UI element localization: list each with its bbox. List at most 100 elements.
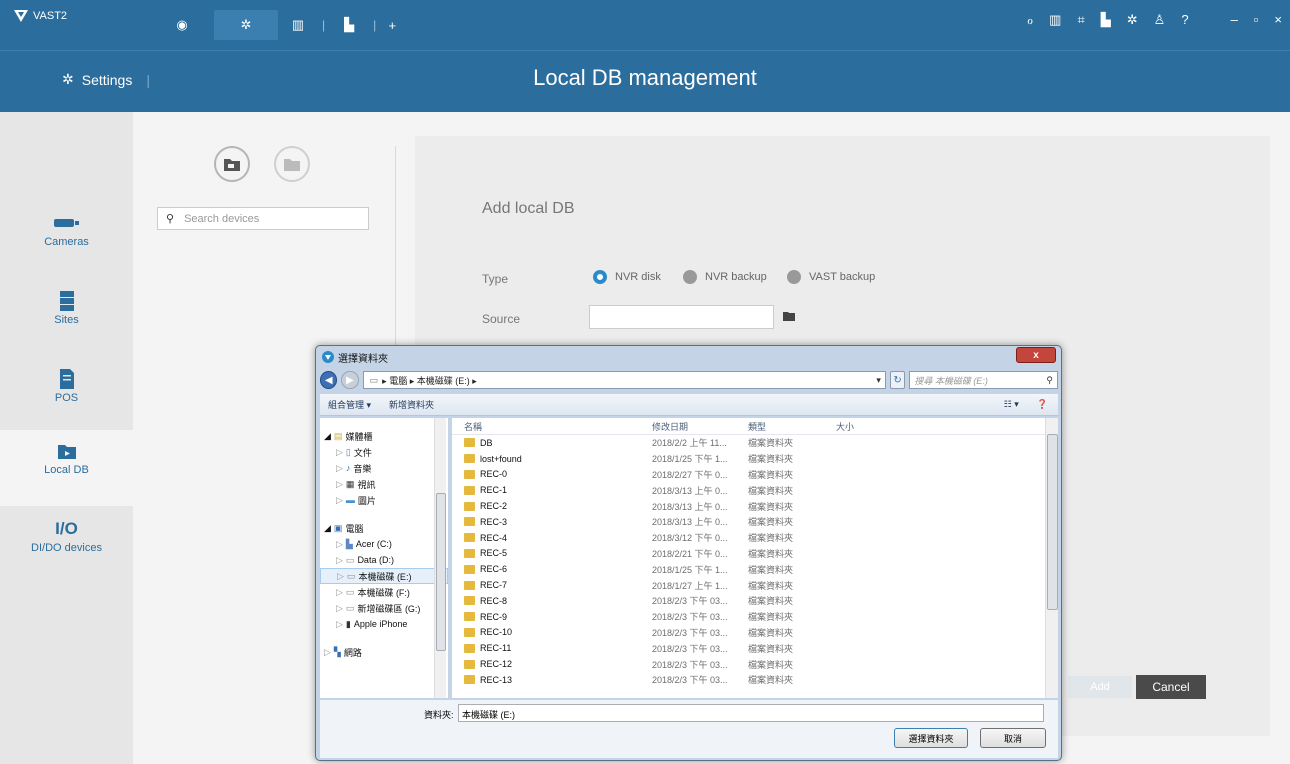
file-row[interactable]: REC-9 2018/2/3 下午 03... 檔案資料夾 <box>452 609 1058 625</box>
tree-item-libraries[interactable]: ◢ ▤ 媒體櫃 <box>320 428 448 444</box>
file-modified: 2018/3/13 上午 0... <box>652 501 728 512</box>
path-input[interactable]: ▭ ▸ 電腦 ▸ 本機磁碟 (E:) ▸ ▾ <box>362 371 886 389</box>
remove-db-button[interactable] <box>274 146 310 182</box>
folder-icon <box>464 627 475 637</box>
tree-item-drive-c[interactable]: ▷ ▙ Acer (C:) <box>320 536 448 552</box>
folder-icon <box>464 438 475 448</box>
tree-item-iphone[interactable]: ▷ ▮ Apple iPhone <box>320 616 448 632</box>
source-input[interactable] <box>589 305 774 329</box>
back-button[interactable]: ◀ <box>320 371 338 389</box>
tree-item-documents[interactable]: ▷ ▯ 文件 <box>320 444 448 460</box>
list-scrollbar[interactable] <box>1045 418 1058 698</box>
close-button[interactable]: × <box>1274 12 1282 28</box>
tab-map[interactable]: ▥ <box>278 10 318 40</box>
folder-icon <box>464 659 475 669</box>
file-row[interactable]: REC-5 2018/2/21 下午 0... 檔案資料夾 <box>452 546 1058 562</box>
file-row[interactable]: REC-1 2018/3/13 上午 0... 檔案資料夾 <box>452 482 1058 498</box>
tab-liveview[interactable]: ◉ <box>150 10 214 40</box>
file-type: 檔案資料夾 <box>748 643 794 654</box>
user-icon[interactable]: ♙ <box>1154 12 1166 28</box>
maximize-button[interactable]: ▫ <box>1254 12 1259 28</box>
sidebar-item-local-db[interactable]: Local DB <box>0 430 133 506</box>
search-devices-input[interactable]: ⚲ Search devices <box>157 207 369 230</box>
help-icon[interactable]: ❓ <box>1037 399 1048 410</box>
tree-item-drive-e[interactable]: ▷ ▭ 本機磁碟 (E:) <box>320 568 448 584</box>
file-name-cell: DB <box>452 438 652 448</box>
file-row[interactable]: lost+found 2018/1/25 下午 1... 檔案資料夾 <box>452 451 1058 467</box>
tab-settings[interactable]: ✲ <box>214 10 278 40</box>
tab-pos[interactable]: ▙ <box>329 10 369 40</box>
sidebar-item-pos[interactable]: POS <box>0 358 133 434</box>
column-modified[interactable]: 修改日期 <box>652 420 748 433</box>
cancel-button[interactable]: Cancel <box>1136 675 1206 699</box>
tree-item-videos[interactable]: ▷ ▦ 視訊 <box>320 476 448 492</box>
browse-folder-icon[interactable] <box>783 311 795 321</box>
file-row[interactable]: REC-3 2018/3/13 上午 0... 檔案資料夾 <box>452 514 1058 530</box>
tree-scroll-thumb[interactable] <box>436 493 446 651</box>
sidebar-item-label: DI/DO devices <box>31 542 102 554</box>
sidebar-item-cameras[interactable]: Cameras <box>0 202 133 278</box>
tree-scrollbar[interactable] <box>434 418 446 698</box>
collapse-icon: ▷ <box>336 538 343 549</box>
file-row[interactable]: DB 2018/2/2 上午 11... 檔案資料夾 <box>452 435 1058 451</box>
tree-item-network[interactable]: ▷ ▚ 網路 <box>320 644 448 660</box>
chart-icon[interactable]: ⌗ <box>1077 12 1084 28</box>
file-row[interactable]: REC-10 2018/2/3 下午 03... 檔案資料夾 <box>452 625 1058 641</box>
tree-item-computer[interactable]: ◢ ▣ 電腦 <box>320 520 448 536</box>
file-row[interactable]: REC-13 2018/2/3 下午 03... 檔案資料夾 <box>452 672 1058 688</box>
column-name[interactable]: 名稱 <box>452 420 652 433</box>
receipt-icon <box>59 369 74 389</box>
add-tab-button[interactable]: + <box>380 10 404 40</box>
map-icon: ▥ <box>291 17 305 32</box>
tree-item-pictures[interactable]: ▷ ▬ 圖片 <box>320 492 448 508</box>
file-row[interactable]: REC-4 2018/3/12 下午 0... 檔案資料夾 <box>452 530 1058 546</box>
dialog-cancel-button[interactable]: 取消 <box>980 728 1046 748</box>
connect-icon[interactable]: ℴ <box>1027 12 1033 28</box>
tree-item-drive-f[interactable]: ▷ ▭ 本機磁碟 (F:) <box>320 584 448 600</box>
file-row[interactable]: REC-2 2018/3/13 上午 0... 檔案資料夾 <box>452 498 1058 514</box>
collapse-icon: ▷ <box>336 462 343 473</box>
file-row[interactable]: REC-7 2018/1/27 上午 1... 檔案資料夾 <box>452 577 1058 593</box>
page-header: ✲ Settings | Local DB management <box>0 50 1290 112</box>
column-type[interactable]: 類型 <box>748 420 836 433</box>
new-folder-button[interactable]: 新增資料夾 <box>389 398 434 411</box>
type-label: Type <box>482 272 509 286</box>
settings-icon[interactable]: ✲ <box>1127 12 1138 28</box>
sidebar-item-sites[interactable]: Sites <box>0 280 133 356</box>
radio-nvr-disk[interactable]: NVR disk <box>593 270 661 284</box>
radio-nvr-backup[interactable]: NVR backup <box>683 270 767 284</box>
folder-icon <box>464 533 475 543</box>
minimize-button[interactable]: – <box>1231 12 1238 28</box>
list-scroll-thumb[interactable] <box>1047 434 1058 610</box>
source-label: Source <box>482 312 521 326</box>
help-button[interactable]: ? <box>1181 12 1188 28</box>
file-row[interactable]: REC-11 2018/2/3 下午 03... 檔案資料夾 <box>452 640 1058 656</box>
file-type: 檔案資料夾 <box>748 580 794 591</box>
column-size[interactable]: 大小 <box>836 420 896 433</box>
pos-icon[interactable]: ▙ <box>1101 12 1111 28</box>
forward-button[interactable]: ▶ <box>341 371 359 389</box>
folder-input[interactable]: 本機磁碟 (E:) <box>458 704 1044 722</box>
organize-menu[interactable]: 組合管理 ▾ <box>328 398 371 411</box>
local-db-folder-icon <box>57 445 76 459</box>
sidebar-item-dido[interactable]: I/O DI/DO devices <box>0 508 133 584</box>
dialog-titlebar: 選擇資料夾 <box>316 346 1061 368</box>
file-row[interactable]: REC-6 2018/1/25 下午 1... 檔案資料夾 <box>452 561 1058 577</box>
add-button[interactable]: Add <box>1068 676 1132 698</box>
select-folder-button[interactable]: 選擇資料夾 <box>894 728 968 748</box>
tree-item-drive-g[interactable]: ▷ ▭ 新增磁碟區 (G:) <box>320 600 448 616</box>
file-row[interactable]: REC-0 2018/2/27 下午 0... 檔案資料夾 <box>452 467 1058 483</box>
file-row[interactable]: REC-8 2018/2/3 下午 03... 檔案資料夾 <box>452 593 1058 609</box>
tree-label: 新增磁碟區 (G:) <box>357 603 421 614</box>
add-db-button[interactable] <box>214 146 250 182</box>
view-options-icon[interactable]: ☷ ▾ <box>1004 399 1019 410</box>
map-icon[interactable]: ▥ <box>1049 12 1061 28</box>
refresh-button[interactable]: ↻ <box>889 371 906 389</box>
dialog-close-button[interactable]: x <box>1016 347 1056 363</box>
tree-item-music[interactable]: ▷ ♪ 音樂 <box>320 460 448 476</box>
navigation-tree: ◢ ▤ 媒體櫃 ▷ ▯ 文件 ▷ ♪ 音樂 ▷ ▦ 視訊 ▷ ▬ 圖片 ◢ ▣ 電腦 ▷ ▙ Acer (C… <box>320 418 448 698</box>
tree-item-drive-d[interactable]: ▷ ▭ Data (D:) <box>320 552 448 568</box>
dialog-search-input[interactable]: 搜尋 本機磁碟 (E:) ⚲ <box>909 371 1059 389</box>
file-row[interactable]: REC-12 2018/2/3 下午 03... 檔案資料夾 <box>452 656 1058 672</box>
radio-vast-backup[interactable]: VAST backup <box>787 270 875 284</box>
